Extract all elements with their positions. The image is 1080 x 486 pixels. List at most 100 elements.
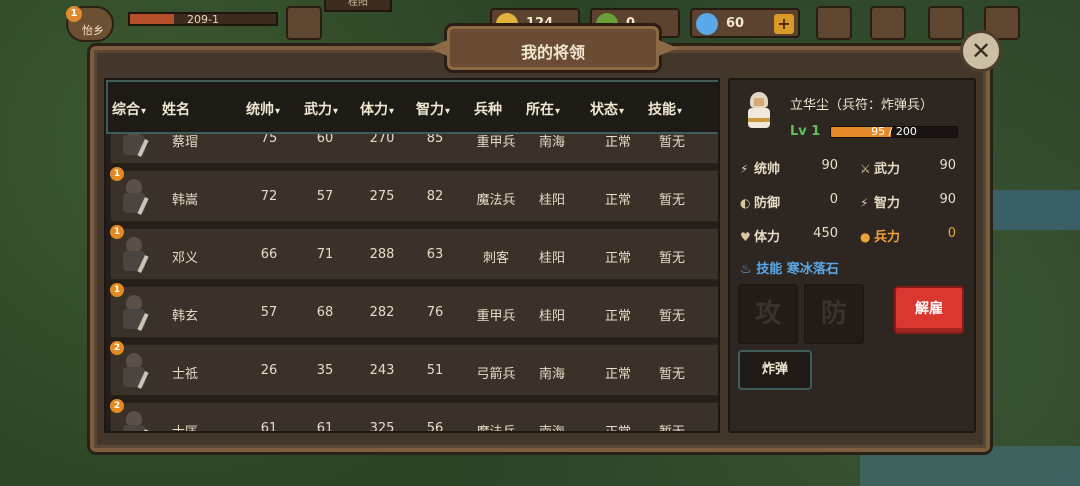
cell-intel: 76 [426,305,444,320]
stat-force-value: 90 [939,158,956,173]
chevron-down-icon: ▾ [677,106,683,117]
cell-status: 正常 [604,309,631,324]
cell-troop: 刺客 [482,251,509,266]
shield-icon[interactable] [816,6,852,40]
player-avatar[interactable]: 1 怡乡 [66,6,114,42]
column-header[interactable]: 状态▾ [590,99,624,119]
table-row[interactable]: 1 韩玄 57 68 282 76 重甲兵 桂阳 正常 暂无 [110,283,718,338]
general-hp-bar: 95 / 200 [830,125,958,138]
panel-title: 我的将领 [520,43,585,62]
chevron-down-icon: ▾ [555,106,561,117]
column-header[interactable]: 兵种 [474,99,502,119]
cell-loc: 南海 [538,425,565,433]
stat-troops-value: 0 [947,226,956,241]
cell-skill: 暂无 [658,309,685,324]
weapon-icon[interactable] [870,6,906,40]
chevron-down-icon: ▾ [275,106,281,117]
cell-loc: 桂阳 [538,309,565,324]
general-portrait [119,235,149,275]
xp-text: 209-1 [187,13,219,26]
attack-slot[interactable]: 攻 [738,284,798,344]
flag-icon[interactable] [928,6,964,40]
panel-title-plate: 我的将领 [428,26,678,70]
cell-lead: 26 [260,363,278,378]
chevron-down-icon: ▾ [333,106,339,117]
stat-defense-value: 0 [829,192,838,207]
cell-hp: 275 [369,189,395,204]
cell-lead: 72 [260,189,278,204]
cell-intel: 82 [426,189,444,204]
generals-list[interactable]: 综合▾ 姓名 统帅▾ 武力▾ 体力▾ 智力▾ 兵种 所在▾ 状态▾ 技能▾ 蔡瑁 75 60 270 85… [104,78,720,433]
column-header[interactable]: 智力▾ [416,99,450,119]
skill-label: 技能 [756,262,783,277]
general-hp-text: 95 / 200 [871,125,917,138]
general-portrait [119,351,149,391]
cell-lead: 57 [260,305,278,320]
sword-icon: ⚔ [860,162,871,176]
cell-hp: 282 [369,305,395,320]
column-header[interactable]: 技能▾ [648,99,682,119]
stat-force: ⚔ 武力 [860,162,901,177]
cell-name: 韩嵩 [171,193,198,208]
cell-troop: 魔法兵 [476,193,516,208]
cell-skill: 暂无 [658,425,685,433]
water-tile [860,446,1080,486]
cell-loc: 桂阳 [538,251,565,266]
chevron-down-icon: ▾ [445,106,451,117]
cell-force: 68 [316,305,334,320]
cell-status: 正常 [604,425,631,433]
cell-intel: 56 [426,421,444,433]
player-name: 怡乡 [82,24,104,37]
general-name: 立华尘（兵符：炸弹兵） [790,98,934,113]
xp-bar: 209-1 [128,12,278,26]
cell-skill: 暂无 [658,367,685,382]
cell-status: 正常 [604,193,631,208]
table-row[interactable]: 1 邓义 66 71 288 63 刺客 桂阳 正常 暂无 [110,225,718,280]
table-row[interactable]: 1 韩嵩 72 57 275 82 魔法兵 桂阳 正常 暂无 [110,167,718,222]
cell-status: 正常 [604,367,631,382]
column-header[interactable]: 姓名 [162,99,190,119]
cell-name: 士祗 [171,367,198,382]
shield-icon: ◐ [740,196,751,210]
close-button[interactable]: ✕ [960,30,1002,72]
cell-status: 正常 [604,251,631,266]
defense-slot[interactable]: 防 [804,284,864,344]
stat-intel: ⚡ 智力 [860,196,901,211]
general-portrait [740,90,778,134]
cell-hp: 288 [369,247,395,262]
dismiss-button[interactable]: 解雇 [894,286,964,334]
general-portrait [119,293,149,333]
cell-loc: 桂阳 [538,193,565,208]
lightning-icon: ⚡ [860,196,869,210]
play-button[interactable] [286,6,322,40]
column-header[interactable]: 统帅▾ [246,99,280,119]
column-header[interactable]: 综合▾ [112,99,146,119]
cell-force: 35 [316,363,334,378]
stat-lead: ⚡ 统帅 [740,162,781,177]
cell-skill: 暂无 [658,193,685,208]
cell-force: 57 [316,189,334,204]
person-icon: ● [860,230,871,244]
general-detail: 立华尘（兵符：炸弹兵） Lv 1 95 / 200 ⚡ 统帅 90 ⚔ 武力 90 … [728,78,976,433]
cell-name: 韩玄 [171,309,198,324]
stat-defense: ◐ 防御 [740,196,781,211]
cell-troop: 重甲兵 [476,309,516,324]
add-gems-button[interactable]: + [774,14,794,34]
table-row[interactable]: 2 士匡 61 61 325 56 魔法兵 南海 正常 暂无 [110,399,718,433]
general-level: Lv 1 [790,124,821,139]
general-portrait [119,177,149,217]
column-header[interactable]: 所在▾ [526,99,560,119]
chevron-down-icon: ▾ [619,106,625,117]
top-tab[interactable]: 桂阳 [324,0,392,12]
table-row[interactable]: 2 士祗 26 35 243 51 弓箭兵 南海 正常 暂无 [110,341,718,396]
cell-lead: 61 [260,421,278,433]
skill-name[interactable]: 寒冰落石 [787,262,839,277]
stat-troops: ● 兵力 [860,230,901,245]
column-header[interactable]: 武力▾ [304,99,338,119]
bomb-item-chip[interactable]: 炸弹 [738,350,812,390]
chevron-down-icon: ▾ [389,106,395,117]
lightning-icon: ⚡ [740,162,749,176]
column-header[interactable]: 体力▾ [360,99,394,119]
player-level-badge: 1 [66,6,82,22]
stat-hp-value: 450 [813,226,838,241]
